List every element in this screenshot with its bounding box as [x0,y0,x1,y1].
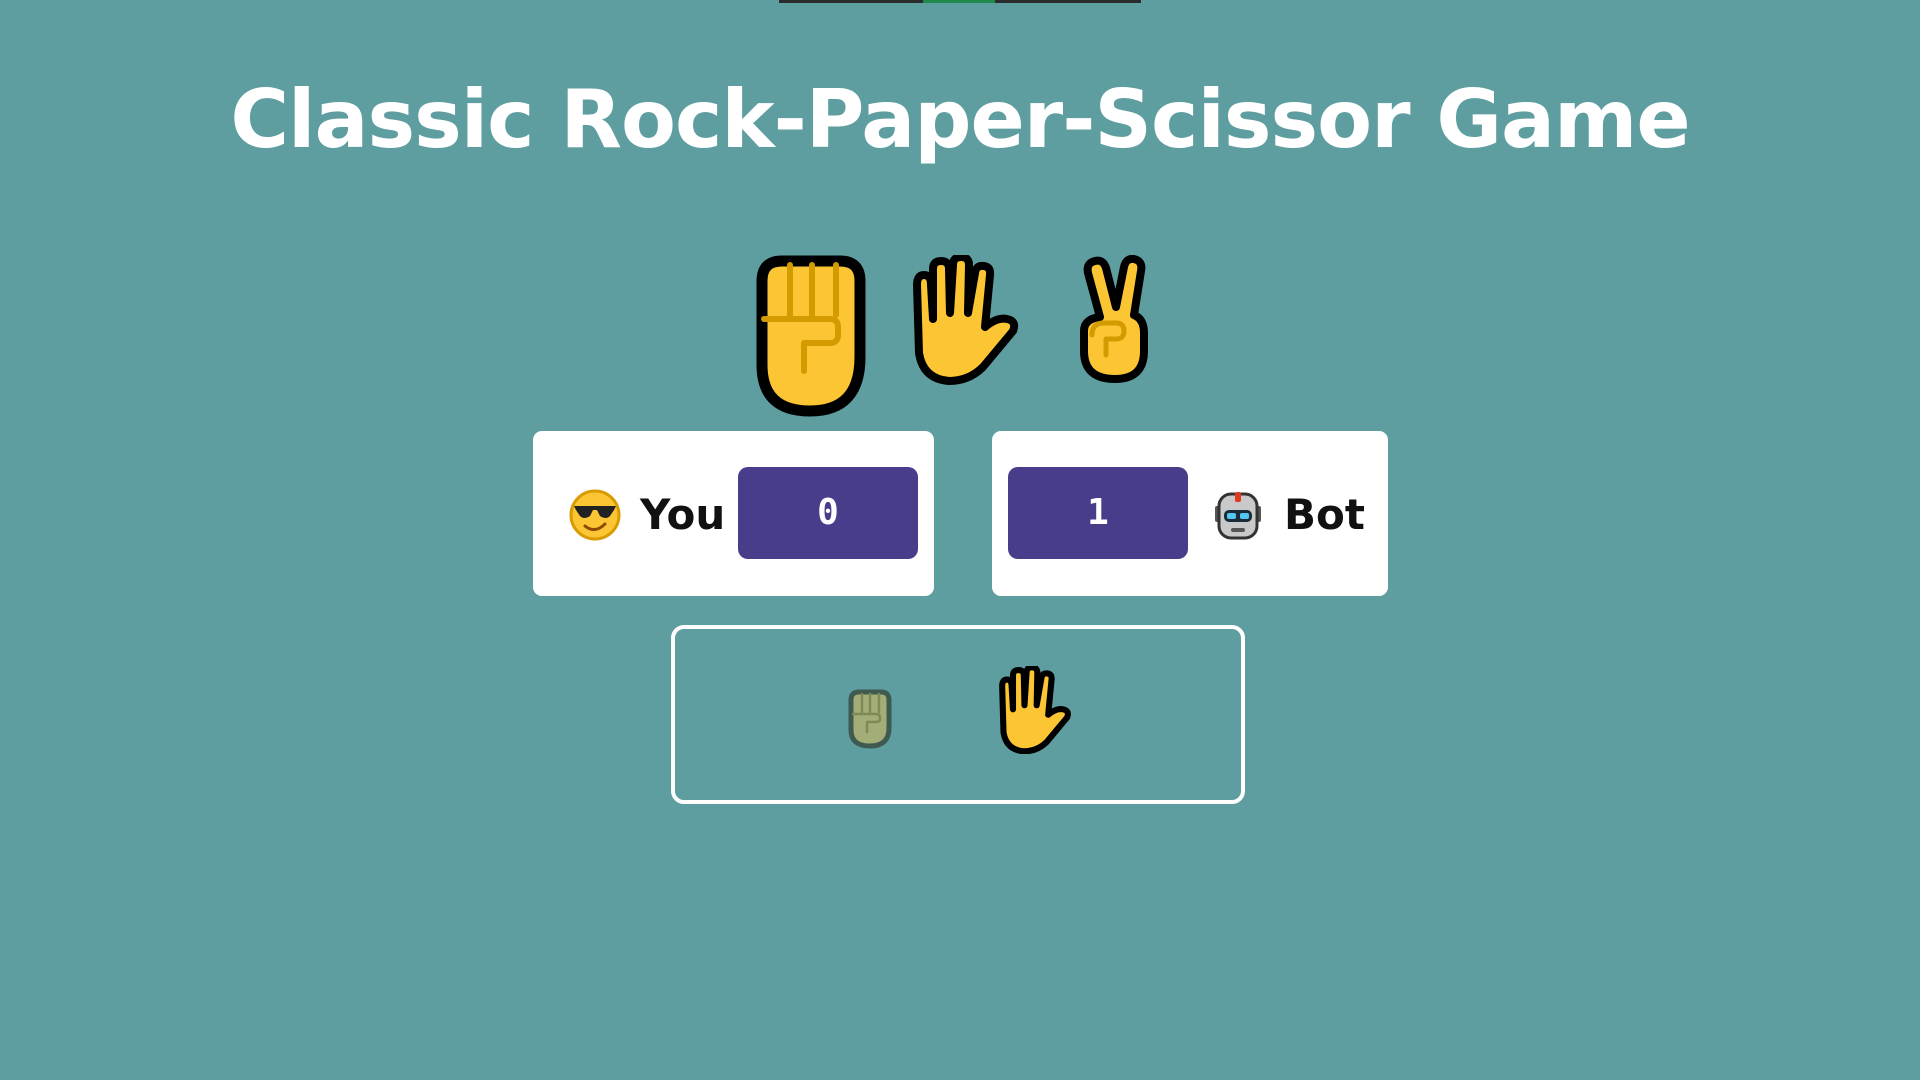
bot-name-label: Bot [1284,490,1365,539]
rock-choice-button[interactable] [740,253,880,419]
scissor-choice-button[interactable] [1070,255,1154,385]
user-score-card: You 0 [533,431,934,596]
robot-icon [1211,488,1265,546]
bot-score-card: 1 Bot [992,431,1388,596]
bot-choice-hand-icon [994,664,1078,758]
round-result-box [671,625,1245,804]
user-score: 0 [738,467,918,559]
top-bar [779,0,1141,3]
raised-fist-icon [756,255,866,417]
choice-buttons [0,250,1920,420]
top-bar-accent [923,0,995,3]
paper-choice-button[interactable] [905,255,1029,385]
cool-face-icon [568,488,622,546]
page-title: Classic Rock-Paper-Scissor Game [230,73,1690,166]
bot-score: 1 [1008,467,1188,559]
victory-hand-icon [1080,255,1148,383]
raised-hand-icon [913,255,1019,385]
user-choice-fist-icon [843,688,897,754]
user-name-label: You [640,490,726,539]
